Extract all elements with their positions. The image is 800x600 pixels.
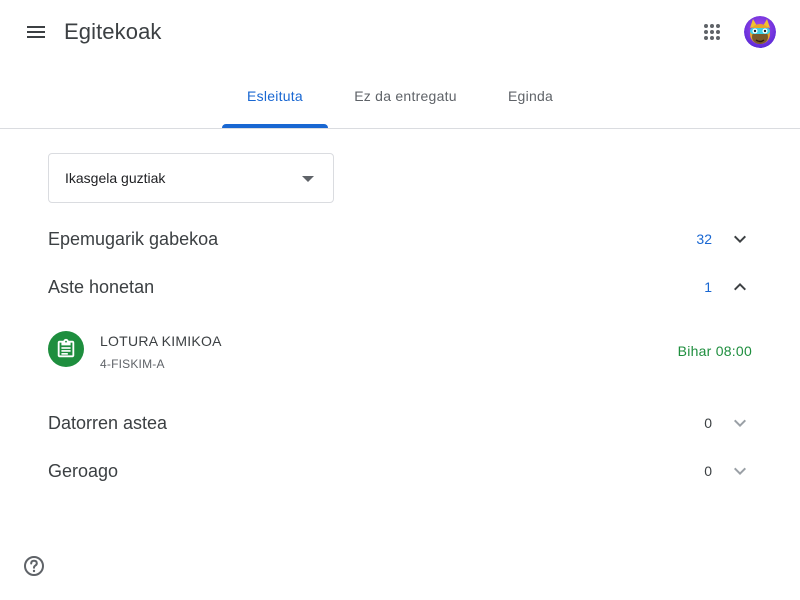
top-app-bar: Egitekoak	[0, 0, 800, 64]
dropdown-arrow-icon	[297, 172, 319, 186]
google-apps-button[interactable]	[688, 8, 736, 56]
help-button[interactable]	[14, 546, 54, 586]
tab-label: Esleituta	[247, 88, 303, 104]
tab-assigned[interactable]: Esleituta	[222, 64, 328, 128]
avatar[interactable]	[744, 16, 776, 48]
tab-label: Eginda	[507, 88, 554, 104]
menu-button[interactable]	[12, 8, 60, 56]
section-next-week[interactable]: Datorren astea 0	[48, 399, 760, 447]
section-later[interactable]: Geroago 0	[48, 447, 760, 495]
section-count: 32	[696, 231, 712, 247]
assignment-icon	[48, 331, 84, 367]
section-count: 1	[704, 279, 712, 295]
tab-missing[interactable]: Ez da entregatu	[328, 64, 483, 128]
page-title: Egitekoak	[64, 19, 162, 44]
assignment-due-date: Bihar 08:00	[677, 343, 752, 359]
section-title: Geroago	[48, 460, 119, 481]
tab-done[interactable]: Eginda	[483, 64, 578, 128]
chevron-up-icon[interactable]	[720, 267, 760, 307]
class-filter-value: Ikasgela guztiak	[65, 170, 166, 186]
chevron-down-icon[interactable]	[720, 403, 760, 443]
section-title: Epemugarik gabekoa	[48, 228, 219, 249]
assignment-item[interactable]: LOTURA KIMIKOA 4-FISKIM-A Bihar 08:00	[48, 325, 752, 377]
active-tab-indicator	[222, 124, 328, 128]
section-count: 0	[704, 415, 712, 431]
assignment-title: LOTURA KIMIKOA	[100, 333, 222, 349]
user-avatar-icon	[744, 16, 776, 48]
section-count: 0	[704, 463, 712, 479]
chevron-down-icon[interactable]	[720, 451, 760, 491]
tab-bar: Esleituta Ez da entregatu Eginda	[0, 64, 800, 129]
help-icon	[24, 556, 44, 576]
menu-icon	[27, 26, 45, 38]
section-title: Datorren astea	[48, 412, 168, 433]
class-filter-select[interactable]: Ikasgela guztiak	[48, 153, 334, 203]
chevron-down-icon[interactable]	[720, 219, 760, 259]
apps-grid-icon	[704, 24, 720, 40]
section-title: Aste honetan	[48, 276, 155, 297]
assignment-class: 4-FISKIM-A	[100, 357, 165, 371]
tab-label: Ez da entregatu	[354, 88, 457, 104]
section-no-due-date[interactable]: Epemugarik gabekoa 32	[48, 215, 760, 263]
section-this-week[interactable]: Aste honetan 1	[48, 263, 760, 311]
